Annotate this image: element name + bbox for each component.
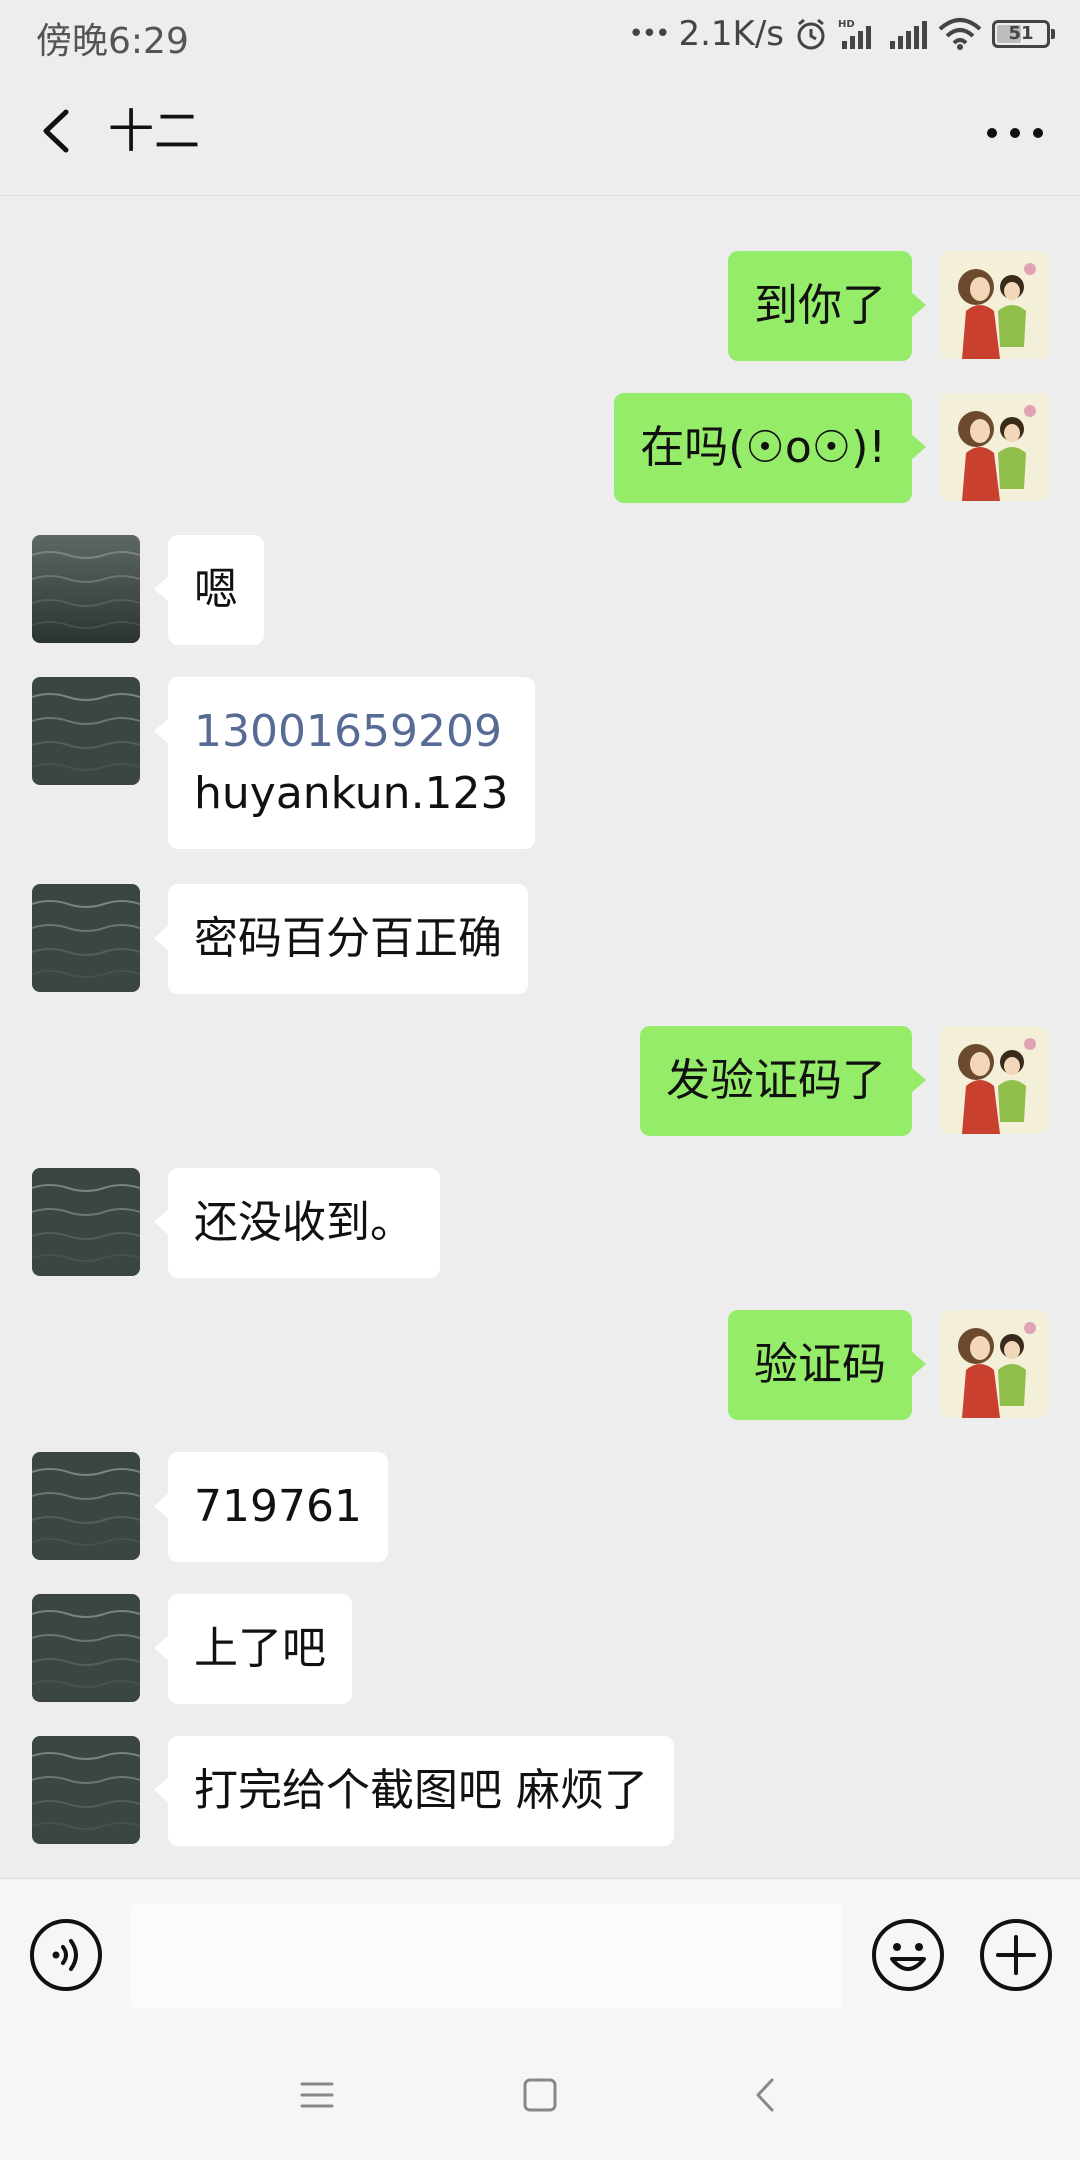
voice-button[interactable] xyxy=(28,1917,104,1993)
message-bubble[interactable]: 13001659209 huyankun.123 xyxy=(154,677,535,849)
more-icon xyxy=(987,128,1043,138)
status-bar: 傍晚6:29 ••• 2.1K/s HD 51 xyxy=(0,0,1080,68)
my-avatar[interactable] xyxy=(940,251,1048,359)
message-bubble[interactable]: 到你了 xyxy=(728,251,926,361)
network-speed: 2.1K/s xyxy=(678,14,784,54)
contact-avatar[interactable] xyxy=(32,535,140,643)
sea-avatar-icon xyxy=(32,1736,140,1844)
system-navigation-bar xyxy=(0,2030,1080,2160)
message-bubble[interactable]: 发验证码了 xyxy=(640,1026,926,1136)
home-button[interactable] xyxy=(515,2070,565,2120)
cartoon-avatar-icon xyxy=(940,251,1048,359)
battery-level: 51 xyxy=(1008,23,1034,44)
input-bar xyxy=(0,1878,1080,2030)
contact-avatar[interactable] xyxy=(32,1168,140,1276)
message-bubble[interactable]: 719761 xyxy=(154,1452,388,1562)
sea-avatar-icon xyxy=(32,677,140,785)
message-bubble[interactable]: 还没收到。 xyxy=(154,1168,440,1278)
recent-apps-button[interactable] xyxy=(292,2070,342,2120)
message-bubble[interactable]: 嗯 xyxy=(154,535,264,645)
status-dots: ••• xyxy=(628,19,670,49)
contact-avatar[interactable] xyxy=(32,1452,140,1560)
sea-avatar-icon xyxy=(32,1168,140,1276)
message-bubble[interactable]: 在吗(☉o☉)! xyxy=(614,393,926,503)
my-avatar[interactable] xyxy=(940,1310,1048,1418)
back-button[interactable] xyxy=(30,98,90,164)
chat-screen: 傍晚6:29 ••• 2.1K/s HD 51 十二 到你了 在吗(☉o☉)! … xyxy=(0,0,1080,2160)
phone-number-link[interactable]: 13001659209 xyxy=(194,701,509,763)
svg-text:HD: HD xyxy=(838,19,855,30)
system-back-button[interactable] xyxy=(742,2070,792,2120)
more-button[interactable] xyxy=(980,108,1050,158)
battery-icon: 51 xyxy=(992,20,1055,48)
sea-avatar-icon xyxy=(32,1452,140,1560)
message-bubble[interactable]: 上了吧 xyxy=(154,1594,352,1704)
menu-icon xyxy=(300,2082,334,2108)
cartoon-avatar-icon xyxy=(940,1026,1048,1134)
emoji-button[interactable] xyxy=(870,1917,946,1993)
contact-avatar[interactable] xyxy=(32,1736,140,1844)
plus-icon xyxy=(980,1919,1052,1991)
chat-header: 十二 xyxy=(0,68,1080,196)
sea-avatar-icon xyxy=(32,1594,140,1702)
message-bubble[interactable]: 打完给个截图吧 麻烦了 xyxy=(154,1736,674,1846)
status-time: 傍晚6:29 xyxy=(36,21,189,62)
more-functions-button[interactable] xyxy=(978,1917,1054,1993)
message-input[interactable] xyxy=(130,1903,842,2009)
message-bubble[interactable]: 密码百分百正确 xyxy=(154,884,528,994)
wifi-icon xyxy=(938,17,982,51)
status-icons: ••• 2.1K/s HD 51 xyxy=(628,10,1055,58)
home-icon xyxy=(523,2078,557,2112)
chat-title: 十二 xyxy=(108,104,200,158)
contact-avatar[interactable] xyxy=(32,884,140,992)
cartoon-avatar-icon xyxy=(940,1310,1048,1418)
my-avatar[interactable] xyxy=(940,393,1048,501)
cell-signal-icon xyxy=(888,17,928,51)
sea-avatar-icon xyxy=(32,535,140,643)
message-line: huyankun.123 xyxy=(194,768,509,819)
cartoon-avatar-icon xyxy=(940,393,1048,501)
chevron-left-icon xyxy=(43,109,69,153)
hd-signal-icon: HD xyxy=(838,17,878,51)
emoji-icon xyxy=(872,1919,944,1991)
contact-avatar[interactable] xyxy=(32,677,140,785)
my-avatar[interactable] xyxy=(940,1026,1048,1134)
sea-avatar-icon xyxy=(32,884,140,992)
back-icon xyxy=(756,2078,774,2112)
voice-icon xyxy=(30,1919,102,1991)
message-bubble[interactable]: 验证码 xyxy=(728,1310,926,1420)
message-list[interactable]: 到你了 在吗(☉o☉)! 嗯 13001659209 huyankun.123 … xyxy=(0,196,1080,1878)
alarm-icon xyxy=(794,17,828,51)
contact-avatar[interactable] xyxy=(32,1594,140,1702)
